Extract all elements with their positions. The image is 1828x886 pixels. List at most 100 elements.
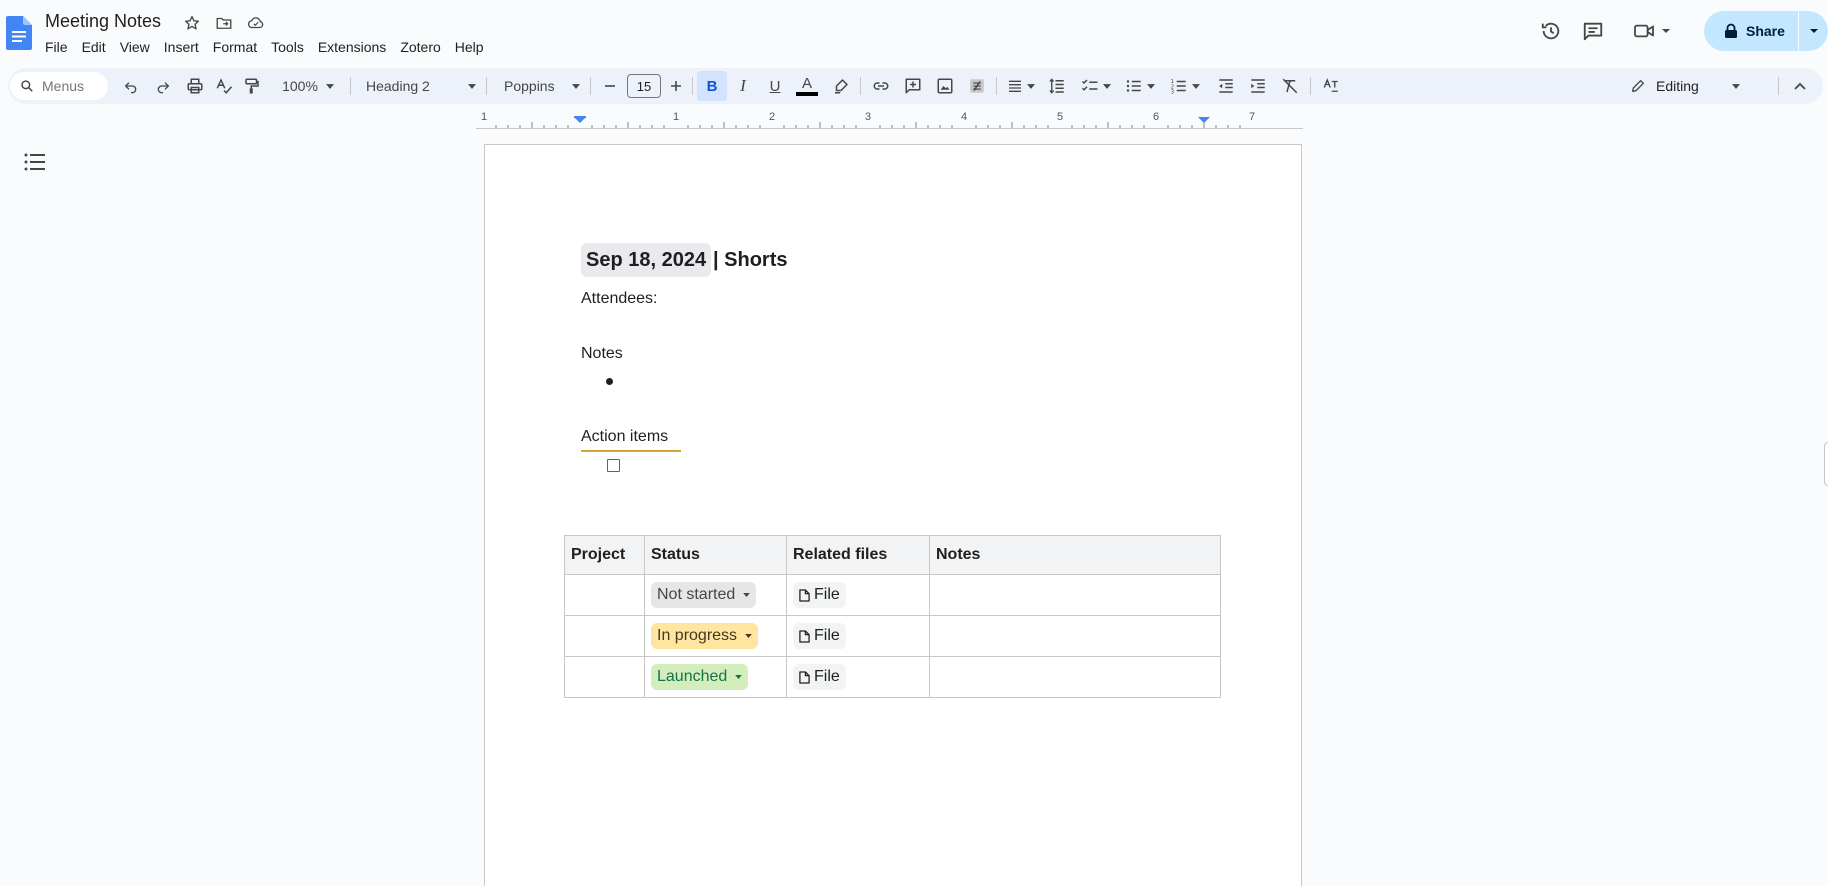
highlight-color-button[interactable] [828,68,854,104]
line-spacing-button[interactable] [1044,68,1070,104]
bold-icon: B [706,77,718,95]
align-select[interactable] [1002,68,1040,104]
svg-text:3: 3 [1171,90,1174,96]
chevron-down-icon [1027,83,1035,89]
font-family-select[interactable]: Poppins [496,68,580,104]
chevron-down-icon [1732,83,1740,89]
notes-cell[interactable] [929,574,1221,616]
underline-icon: U [769,77,781,95]
move-folder-icon[interactable] [214,13,234,33]
insert-image-button[interactable] [932,68,958,104]
docs-logo-icon[interactable] [6,16,32,50]
project-cell[interactable] [564,615,645,657]
menu-extensions[interactable]: Extensions [311,38,393,56]
version-history-button[interactable] [1530,10,1572,52]
file-icon [799,670,810,684]
input-tools-button[interactable] [1318,68,1344,104]
text-color-button[interactable]: A [794,68,820,104]
citations-button[interactable] [964,68,990,104]
menu-search-input[interactable]: Menus [10,72,108,100]
paint-format-button[interactable] [239,68,265,104]
share-button[interactable]: Share [1704,23,1798,39]
increase-indent-button[interactable] [1245,68,1271,104]
outline-list-icon [24,153,45,171]
increase-font-size-button[interactable] [664,68,688,104]
checklist-select[interactable] [1076,68,1116,104]
comments-button[interactable] [1572,10,1614,52]
notes-cell[interactable] [929,615,1221,657]
project-cell[interactable] [564,656,645,698]
menu-insert[interactable]: Insert [157,38,206,56]
project-cell[interactable] [564,574,645,616]
table-row: Not started File [564,574,1221,616]
file-chip[interactable]: File [793,664,846,690]
file-chip[interactable]: File [793,582,846,608]
date-chip[interactable]: Sep 18, 2024 [581,243,712,277]
table-row: Launched File [564,656,1221,698]
ruler-mark: 6 [1153,111,1160,123]
side-panel-handle[interactable] [1824,442,1828,486]
meet-button[interactable] [1622,10,1682,52]
project-table: Project Status Related files Notes Not s… [564,535,1221,698]
share-options-button[interactable] [1799,28,1828,34]
menu-format[interactable]: Format [206,38,264,56]
chevron-down-icon [1103,83,1111,89]
font-size-input[interactable]: 15 [626,68,662,104]
ruler-mark: 2 [769,111,776,123]
italic-button[interactable]: I [730,68,756,104]
file-chip-label: File [814,668,840,685]
bulleted-list-select[interactable] [1120,68,1160,104]
decrease-indent-button[interactable] [1213,68,1239,104]
action-item-checkbox[interactable] [607,459,620,472]
add-comment-icon [905,78,921,94]
document-outline-button[interactable] [24,153,46,176]
menu-file[interactable]: File [45,38,75,56]
decrease-font-size-button[interactable] [598,68,622,104]
action-items-heading: Action items [581,428,669,445]
status-dropdown-chip[interactable]: In progress [651,623,759,649]
status-dropdown-chip[interactable]: Launched [651,664,749,690]
attendees-label: Attendees: [581,290,658,307]
horizontal-ruler[interactable]: 1 1 2 3 4 5 6 7 [0,110,1828,130]
zoom-select[interactable]: 100% [278,68,338,104]
formatting-toolbar: Menus 100% Heading 2 Poppins 15 B I U A … [8,68,1823,104]
file-chip-label: File [814,586,840,603]
spellcheck-button[interactable] [211,68,237,104]
chevron-down-icon [745,634,752,638]
star-icon[interactable] [182,13,202,33]
notes-cell[interactable] [929,656,1221,698]
menu-tools[interactable]: Tools [264,38,311,56]
paragraph-style-select[interactable]: Heading 2 [366,68,476,104]
undo-button[interactable] [118,68,144,104]
status-dropdown-chip[interactable]: Not started [651,582,757,608]
chevron-down-icon [743,593,751,597]
insert-link-button[interactable] [868,68,894,104]
editing-mode-value: Editing [1656,78,1699,94]
editing-mode-select[interactable]: Editing [1630,68,1760,104]
hide-menus-button[interactable] [1787,68,1813,104]
redo-button[interactable] [150,68,176,104]
menu-edit[interactable]: Edit [75,38,113,56]
menu-help[interactable]: Help [448,38,491,56]
font-family-value: Poppins [504,78,555,94]
cloud-saved-icon[interactable] [246,13,266,33]
file-icon [799,588,810,602]
minus-icon [605,85,615,87]
underline-button[interactable]: U [762,68,788,104]
document-title[interactable]: Meeting Notes [45,11,161,32]
menu-view[interactable]: View [113,38,157,56]
menu-zotero[interactable]: Zotero [393,38,447,56]
video-camera-icon [1634,24,1654,38]
file-chip[interactable]: File [793,623,846,649]
add-comment-button[interactable] [900,68,926,104]
numbered-list-select[interactable]: 123 [1165,68,1205,104]
bold-button[interactable]: B [697,71,727,101]
link-icon [873,82,889,90]
chevron-down-icon [1147,83,1155,89]
ruler-mark: 4 [961,111,968,123]
print-button[interactable] [182,68,208,104]
line-spacing-icon [1049,78,1064,94]
clear-formatting-button[interactable] [1277,68,1303,104]
print-icon [187,78,203,94]
chevron-down-icon [1809,29,1818,33]
